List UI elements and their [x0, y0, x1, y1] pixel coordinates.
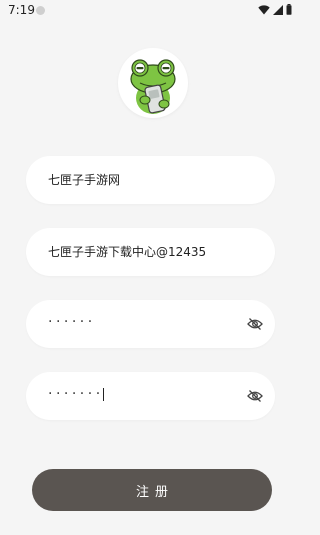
notification-dot-icon	[36, 6, 45, 15]
battery-icon	[286, 4, 292, 15]
status-icons	[258, 4, 292, 15]
status-bar: 7:19	[0, 0, 300, 22]
password-mask: ······	[48, 314, 96, 330]
account-value: 七匣子手游下载中心@12435	[48, 245, 207, 259]
confirm-password-field[interactable]: ·······	[26, 372, 275, 420]
site-name-value: 七匣子手游网	[48, 173, 121, 187]
site-name-field[interactable]: 七匣子手游网	[26, 156, 275, 204]
password-field[interactable]: ······	[26, 300, 275, 348]
register-button[interactable]: 注册	[32, 469, 272, 511]
status-time: 7:19	[8, 3, 35, 17]
frog-logo-icon	[130, 59, 176, 114]
signal-icon	[273, 4, 283, 15]
wifi-icon	[258, 4, 270, 14]
eye-off-icon[interactable]	[247, 389, 263, 403]
account-field[interactable]: 七匣子手游下载中心@12435	[26, 228, 275, 276]
avatar[interactable]	[118, 48, 188, 118]
confirm-password-text: ·······	[48, 386, 104, 402]
confirm-password-mask: ·······	[48, 372, 104, 420]
text-cursor	[102, 387, 104, 401]
eye-off-icon[interactable]	[247, 317, 263, 331]
